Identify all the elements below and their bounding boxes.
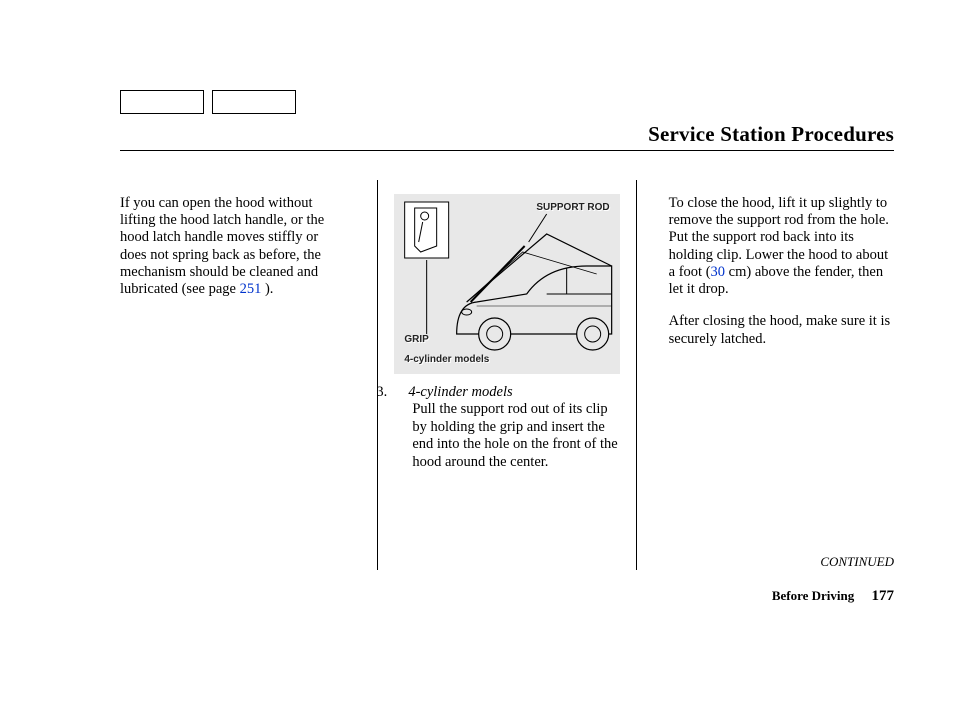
content-columns: If you can open the hood without lifting… bbox=[120, 180, 894, 570]
footer-section: Before Driving bbox=[772, 588, 854, 603]
nav-box-2[interactable] bbox=[212, 90, 296, 114]
col1-paragraph: If you can open the hood without lifting… bbox=[120, 195, 345, 299]
step-3: 3.4-cylinder models bbox=[394, 384, 619, 401]
column-3: To close the hood, lift it up slightly t… bbox=[661, 180, 894, 570]
link-30cm[interactable]: 30 bbox=[711, 264, 726, 280]
top-nav-boxes bbox=[120, 90, 296, 114]
hood-diagram: SUPPORT ROD GRIP 4-cylinder models bbox=[394, 194, 619, 374]
col3-para1: To close the hood, lift it up slightly t… bbox=[669, 195, 894, 299]
col1-text-pre: If you can open the hood without lifting… bbox=[120, 195, 324, 298]
page-title: Service Station Procedures bbox=[120, 122, 894, 147]
continued-label: CONTINUED bbox=[820, 554, 894, 570]
column-2: SUPPORT ROD GRIP 4-cylinder models 3.4-c… bbox=[377, 180, 636, 570]
footer-page-number: 177 bbox=[872, 588, 895, 604]
nav-box-1[interactable] bbox=[120, 90, 204, 114]
step-subtitle: 4-cylinder models bbox=[408, 384, 512, 400]
title-rule bbox=[120, 150, 894, 151]
step-body: Pull the support rod out of its clip by … bbox=[394, 401, 619, 471]
diagram-svg bbox=[394, 194, 619, 374]
step-number: 3. bbox=[394, 384, 408, 401]
page-footer: Before Driving 177 bbox=[772, 588, 894, 605]
page-link-251[interactable]: 251 bbox=[240, 281, 262, 297]
column-1: If you can open the hood without lifting… bbox=[120, 180, 353, 570]
col1-text-post: ). bbox=[261, 281, 273, 297]
label-grip: GRIP bbox=[404, 334, 428, 346]
label-support-rod: SUPPORT ROD bbox=[536, 202, 609, 214]
diagram-caption: 4-cylinder models bbox=[404, 354, 489, 366]
col3-para2: After closing the hood, make sure it is … bbox=[669, 313, 894, 348]
manual-page: Service Station Procedures If you can op… bbox=[0, 0, 954, 710]
